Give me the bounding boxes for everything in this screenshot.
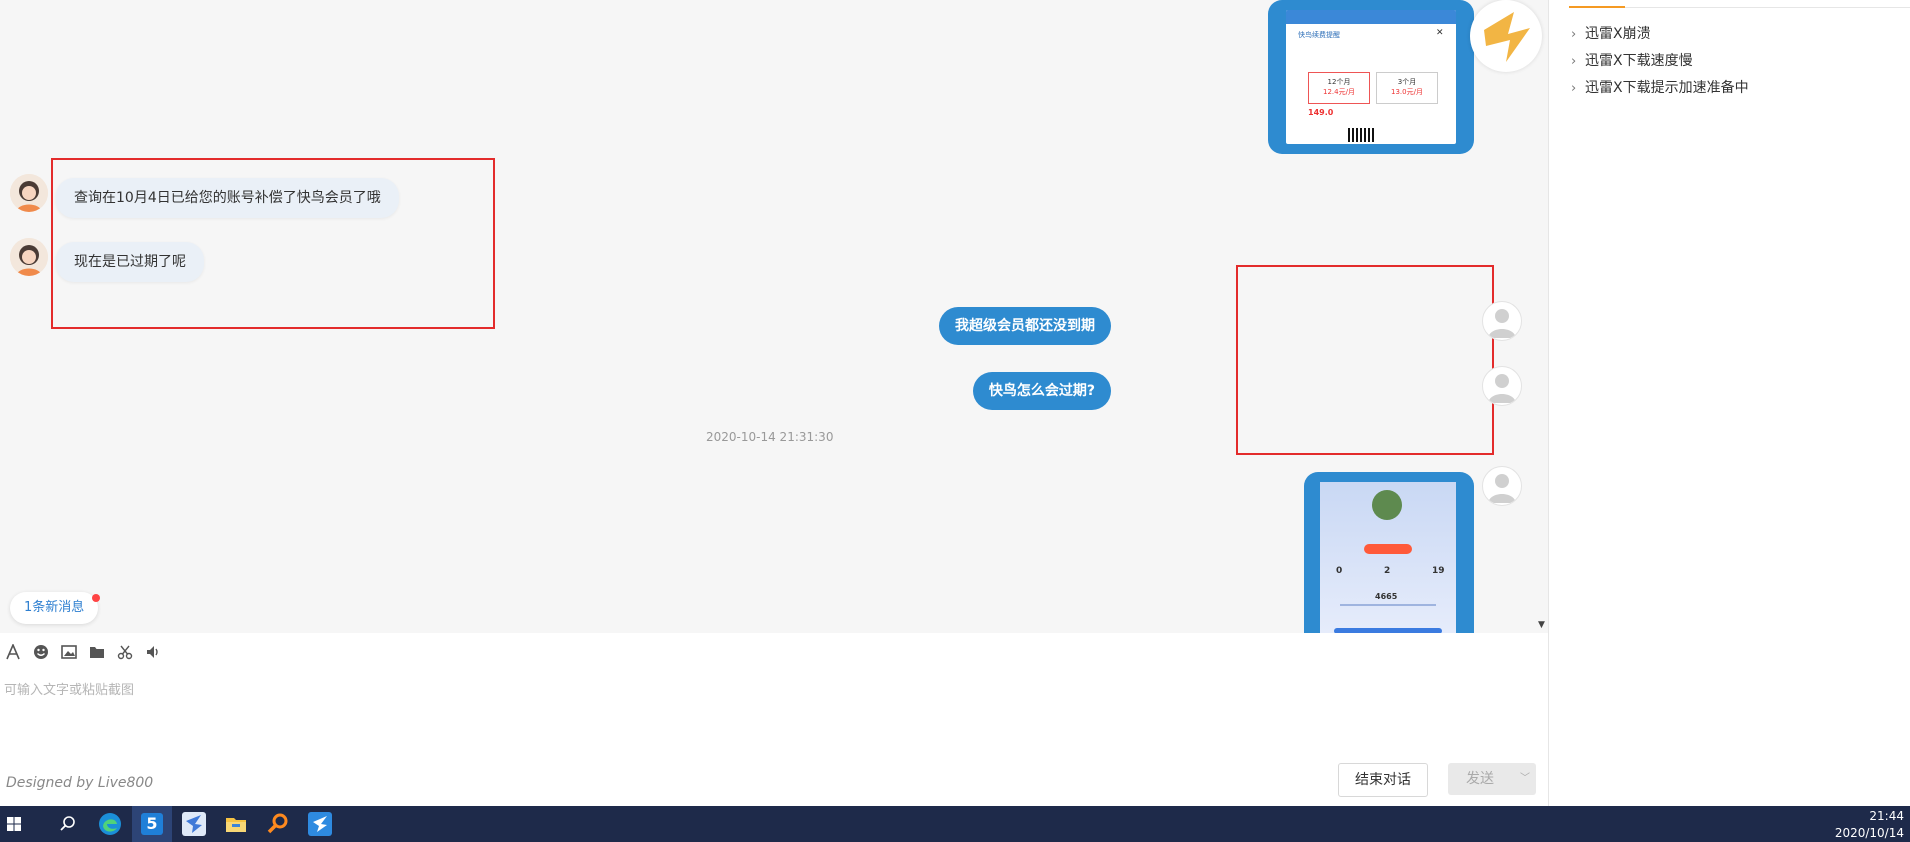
agent-avatar [10,238,48,276]
chevron-right-icon: › [1571,54,1577,69]
end-chat-label: 结束对话 [1355,772,1411,788]
profile-count-mid: 2 [1384,566,1391,576]
faq-list: › 迅雷X崩溃 › 迅雷X下载速度慢 › 迅雷X下载提示加速准备中 [1571,21,1749,102]
send-button[interactable]: 发送 ﹀ [1448,763,1536,795]
message-input[interactable]: 可输入文字或粘贴截图 [4,679,1534,749]
vip-plan-3: 3个月 13.0元/月 [1376,72,1438,104]
image-message-profile[interactable]: 0 2 19 4665 [1304,472,1474,633]
close-icon: ✕ [1436,28,1444,38]
new-message-label: 1条新消息 [24,600,85,615]
clock-time: 21:44 [1869,809,1904,823]
faq-item-label: 迅雷X下载速度慢 [1585,53,1693,69]
thunder-app-icon[interactable] [300,806,340,842]
scroll-down-icon[interactable]: ▼ [1538,620,1545,630]
chevron-down-icon[interactable]: ﹀ [1520,763,1530,795]
highlight-box-user [1236,265,1494,455]
vip-logo-icon [1470,0,1542,72]
chat-area: 快鸟续费提醒 ✕ 12个月 12.4元/月 3个月 13.0元/月 149.0 [0,0,1548,633]
new-message-button[interactable]: 1条新消息 [10,592,99,624]
send-label: 发送 [1466,771,1494,787]
folder-icon[interactable] [88,643,106,661]
user-message-text: 快鸟怎么会过期? [988,383,1095,399]
scissors-icon[interactable] [116,643,134,661]
chevron-right-icon: › [1571,81,1577,96]
profile-count-right: 19 [1432,566,1445,576]
vip-total: 149.0 [1308,108,1334,117]
new-message-dot [92,594,100,602]
message-input-placeholder: 可输入文字或粘贴截图 [4,683,135,698]
clock-date: 2020/10/14 [1834,826,1904,840]
faq-top-divider [1625,7,1910,8]
user-message-text: 我超级会员都还没到期 [955,318,1095,334]
end-chat-button[interactable]: 结束对话 [1338,763,1428,797]
composer: 可输入文字或粘贴截图 Designed by Live800 结束对话 发送 ﹀ [0,633,1548,806]
vip-plan-12: 12个月 12.4元/月 [1308,72,1370,104]
profile-badge [1364,544,1412,554]
emoji-icon[interactable] [32,643,50,661]
user-message-bubble: 我超级会员都还没到期 [939,307,1111,345]
profile-progress [1340,604,1436,606]
image-icon[interactable] [60,643,78,661]
faq-item-label: 迅雷X崩溃 [1585,26,1651,42]
qr-code-icon [1348,128,1374,142]
user-avatar [1482,301,1522,341]
agent-avatar [10,174,48,212]
magnifier-app-icon[interactable] [258,806,298,842]
vip-popup-screenshot: 快鸟续费提醒 ✕ 12个月 12.4元/月 3个月 13.0元/月 149.0 [1286,10,1456,144]
user-message-bubble: 快鸟怎么会过期? [972,372,1111,410]
faq-tab-indicator [1569,6,1625,8]
feiniao-app-icon[interactable] [174,806,214,842]
profile-score: 4665 [1375,592,1398,601]
taskbar: 5 21:44 2020/10/14 [0,806,1910,842]
windows-start-icon[interactable] [0,806,28,842]
powered-by-credit: Designed by Live800 [6,775,154,791]
user-avatar [1482,466,1522,506]
speaker-icon[interactable] [144,643,162,661]
agent-message-bubble: 现在是已过期了呢 [56,242,204,282]
message-timestamp: 2020-10-14 21:31:30 [706,430,834,444]
faq-panel: › 迅雷X崩溃 › 迅雷X下载速度慢 › 迅雷X下载提示加速准备中 [1548,0,1910,806]
agent-message-text: 现在是已过期了呢 [74,254,186,270]
search-icon[interactable] [48,806,88,842]
chevron-right-icon: › [1571,27,1577,42]
faq-item-label: 迅雷X下载提示加速准备中 [1585,80,1749,96]
font-icon[interactable] [4,643,22,661]
vip-popup-title: 快鸟续费提醒 [1298,31,1340,39]
profile-count-left: 0 [1336,566,1343,576]
faq-item[interactable]: › 迅雷X下载速度慢 [1571,48,1749,75]
app-5-icon[interactable]: 5 [132,806,172,842]
profile-photo [1372,490,1402,520]
image-message-vip[interactable]: 快鸟续费提醒 ✕ 12个月 12.4元/月 3个月 13.0元/月 149.0 [1268,0,1474,154]
faq-item[interactable]: › 迅雷X崩溃 [1571,21,1749,48]
user-avatar [1482,366,1522,406]
edge-browser-icon[interactable] [90,806,130,842]
vip-popup-header-bar [1286,10,1456,24]
taskbar-icons: 5 [0,806,340,842]
profile-card-screenshot: 0 2 19 4665 [1320,482,1456,633]
clock[interactable]: 21:44 2020/10/14 [1820,809,1904,840]
file-explorer-icon[interactable] [216,806,256,842]
agent-message-text: 查询在10月4日已给您的账号补偿了快鸟会员了哦 [74,190,381,206]
agent-message-bubble: 查询在10月4日已给您的账号补偿了快鸟会员了哦 [56,178,399,218]
faq-item[interactable]: › 迅雷X下载提示加速准备中 [1571,75,1749,102]
composer-toolbar [4,643,162,661]
